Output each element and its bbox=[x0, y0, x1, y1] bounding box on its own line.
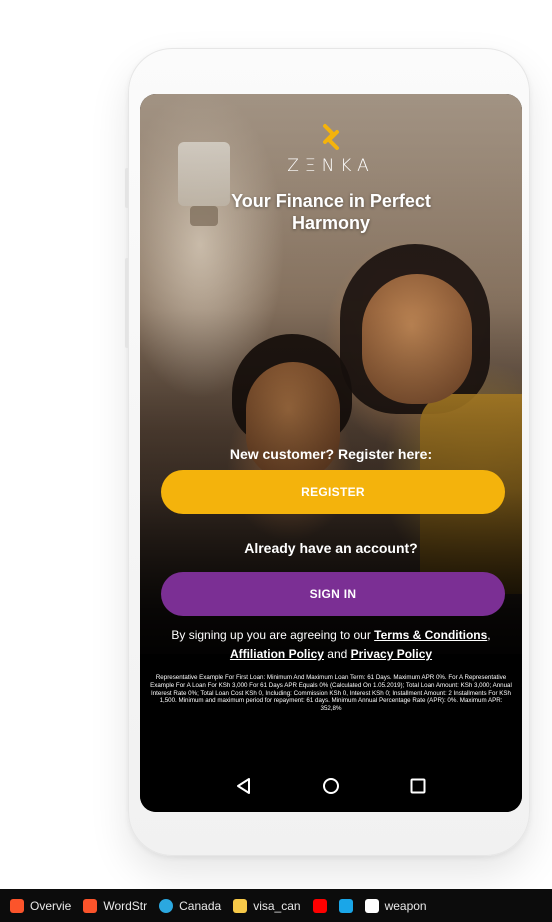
taskbar-tab-label: visa_can bbox=[253, 898, 301, 913]
representative-example-disclaimer: Representative Example For First Loan: M… bbox=[150, 674, 512, 713]
prime-video-icon bbox=[338, 898, 353, 913]
youtube-icon bbox=[312, 898, 327, 913]
brave-icon bbox=[10, 898, 24, 913]
edge-icon bbox=[159, 898, 174, 913]
recents-square-icon[interactable] bbox=[406, 774, 430, 798]
affiliation-policy-link[interactable]: Affiliation Policy bbox=[230, 647, 324, 661]
back-triangle-icon[interactable] bbox=[232, 774, 256, 798]
phone-side-button bbox=[125, 168, 128, 208]
taskbar-tab[interactable]: visa_can bbox=[233, 898, 301, 913]
taskbar-tab-label: Overvie bbox=[30, 898, 72, 913]
taskbar-tab-label: WordStr bbox=[103, 898, 148, 913]
register-prompt: New customer? Register here: bbox=[229, 446, 433, 462]
taskbar-tab[interactable]: Overvie bbox=[10, 898, 72, 913]
signin-prompt: Already have an account? bbox=[244, 540, 418, 556]
android-nav-bar bbox=[140, 760, 522, 812]
phone-mockup: ZΞNKA Your Finance in Perfect Harmony Ne… bbox=[125, 48, 530, 856]
brave-icon bbox=[83, 898, 98, 913]
phone-volume-button bbox=[125, 258, 128, 348]
login-content: ZΞNKA Your Finance in Perfect Harmony Ne… bbox=[140, 94, 522, 812]
w-icon bbox=[364, 898, 379, 913]
privacy-policy-link[interactable]: Privacy Policy bbox=[351, 647, 432, 661]
agreement-text: By signing up you are agreeing to our Te… bbox=[154, 626, 508, 664]
phone-screen: ZΞNKA Your Finance in Perfect Harmony Ne… bbox=[140, 94, 522, 812]
taskbar-tab[interactable]: WordStr bbox=[83, 898, 148, 913]
brand-name: ZΞNKA bbox=[287, 156, 375, 176]
register-button[interactable]: REGISTER bbox=[161, 470, 505, 514]
agreement-comma: , bbox=[487, 628, 491, 642]
agreement-and: and bbox=[327, 647, 348, 661]
zenka-logo-icon bbox=[323, 124, 339, 150]
taskbar-tab[interactable]: weapon bbox=[364, 898, 427, 913]
taskbar-tab-label: Canada bbox=[179, 898, 222, 913]
terms-link[interactable]: Terms & Conditions bbox=[374, 628, 487, 642]
taskbar-tab[interactable] bbox=[338, 898, 353, 913]
folder-icon bbox=[233, 898, 248, 913]
tagline: Your Finance in Perfect Harmony bbox=[231, 191, 431, 233]
home-circle-icon[interactable] bbox=[319, 774, 343, 798]
taskbar-tab[interactable] bbox=[312, 898, 327, 913]
taskbar-tab[interactable]: Canada bbox=[159, 898, 222, 913]
agreement-prefix: By signing up you are agreeing to our bbox=[171, 628, 371, 642]
sign-in-button[interactable]: SIGN IN bbox=[161, 572, 505, 616]
taskbar-tab-label: weapon bbox=[384, 898, 427, 913]
os-taskbar: Overvie WordStr Canada visa_can weapon bbox=[0, 889, 552, 922]
